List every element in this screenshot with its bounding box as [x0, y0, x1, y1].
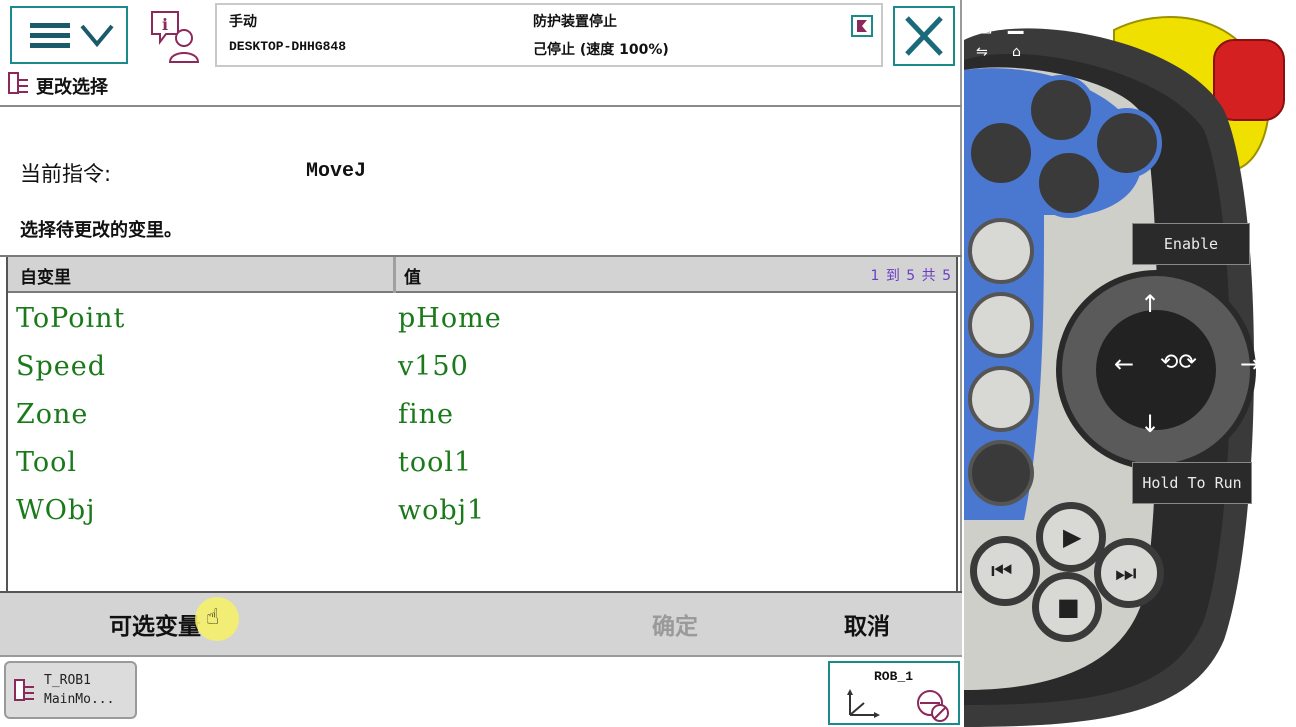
close-button[interactable] [893, 6, 955, 66]
argument-value: v150 [398, 351, 469, 382]
toggle-motion-mode-button[interactable] [968, 292, 1034, 358]
column-separator[interactable] [393, 257, 396, 293]
step-backward-icon: ⏮ [991, 557, 1013, 585]
paging-info: 1 到 5 共 5 [870, 268, 952, 284]
arrow-up-icon: ↑ [1140, 290, 1161, 318]
page-title: 更改选择 [36, 77, 108, 98]
coordinate-system-icon [847, 689, 880, 718]
current-instruction-label: 当前指令: [20, 162, 112, 186]
argument-value: fine [398, 399, 454, 430]
task-bar: T_ROB1 MainMo... ROB_1 [0, 655, 962, 727]
arrow-down-icon: ↓ [1140, 410, 1161, 438]
column-header-argument[interactable]: 自变里 [20, 263, 71, 288]
instruction-text: 选择待更改的变里。 [20, 220, 182, 241]
hamburger-menu-icon [30, 23, 114, 48]
stop-button[interactable]: ■ [1032, 572, 1102, 642]
programmable-key-2[interactable] [1026, 75, 1096, 145]
robot-name: ROB_1 [874, 669, 914, 684]
ok-button[interactable]: 确定 [600, 593, 750, 655]
programmable-key-3[interactable] [1034, 148, 1104, 218]
cancel-button[interactable]: 取消 [792, 593, 942, 655]
speed-status-icon [851, 15, 873, 37]
svg-text:i: i [162, 15, 168, 34]
argument-value: wobj1 [398, 495, 486, 526]
device-name: DESKTOP-DHHG848 [229, 39, 347, 54]
task-name: T_ROB1 [44, 673, 91, 688]
module-name: MainMo... [44, 692, 115, 707]
table-row[interactable]: WObj wobj1 [8, 487, 956, 535]
incremental-off-icon [917, 690, 949, 722]
argument-value: tool1 [398, 447, 473, 478]
table-row[interactable]: ToPoint pHome [8, 295, 956, 343]
argument-table: 自变里 值 1 到 5 共 5 ToPoint pHome Speed v150… [6, 257, 958, 591]
camera-icon[interactable]: ⌂ [1012, 44, 1021, 60]
close-icon [905, 16, 943, 56]
minimize-icon[interactable]: ▁ [1008, 10, 1023, 34]
safety-status: 防护装置停止 [533, 14, 617, 30]
argument-name: Speed [16, 351, 107, 382]
toggle-increment-button[interactable] [968, 366, 1034, 432]
current-instruction-value: MoveJ [306, 160, 367, 183]
restore-icon[interactable]: □ [974, 12, 993, 36]
page-header: 更改选择 [8, 70, 948, 100]
table-header: 自变里 值 1 到 5 共 5 [8, 257, 956, 293]
stop-icon: ■ [1057, 593, 1080, 621]
operating-mode: 手动 [229, 14, 257, 30]
arrow-right-icon: → [1240, 350, 1261, 378]
step-backward-button[interactable]: ⏮ [970, 536, 1040, 606]
divider [0, 105, 962, 107]
programmable-key-1[interactable] [966, 118, 1036, 188]
step-forward-icon: ⏭ [1115, 559, 1137, 587]
virtual-flexpendant-hardware: □ ▁ ✕ ⇋ ⌂ ↑ ↓ ← → ⟲⟳ Enable Hold To Run … [964, 0, 1296, 727]
step-forward-button[interactable]: ⏭ [1094, 538, 1164, 608]
programmable-key-4[interactable] [1092, 108, 1162, 178]
column-header-value[interactable]: 值 [404, 263, 421, 288]
enable-button[interactable]: Enable [1132, 223, 1250, 265]
hold-to-run-button[interactable]: Hold To Run [1132, 462, 1252, 504]
table-row[interactable]: Tool tool1 [8, 439, 956, 487]
rotate-icon: ⟲⟳ [1160, 350, 1197, 375]
program-editor-icon [8, 72, 28, 94]
program-editor-icon [14, 679, 34, 701]
table-row[interactable]: Speed v150 [8, 343, 956, 391]
command-bar: 可选变量 ☝ 确定 取消 [0, 591, 962, 655]
select-mechanical-unit-button[interactable] [968, 218, 1034, 284]
task-button[interactable]: T_ROB1 MainMo... [4, 661, 137, 719]
argument-value: pHome [398, 303, 502, 334]
argument-name: Tool [16, 447, 78, 478]
argument-name: WObj [16, 495, 96, 526]
play-icon: ▶ [1063, 523, 1082, 551]
quickset-button[interactable]: ROB_1 [828, 661, 960, 725]
argument-name: ToPoint [16, 303, 126, 334]
toggle-axis-button[interactable] [968, 440, 1034, 506]
argument-name: Zone [16, 399, 89, 430]
swap-icon[interactable]: ⇋ [976, 44, 988, 60]
hand-cursor-icon: ☝ [206, 605, 220, 630]
status-bar: 手动 DESKTOP-DHHG848 防护装置停止 己停止 (速度 100%) [215, 3, 883, 67]
table-row[interactable]: Zone fine [8, 391, 956, 439]
main-menu-button[interactable] [10, 6, 128, 64]
event-log-icon[interactable]: i [148, 8, 206, 64]
close-window-icon[interactable]: ✕ [1042, 10, 1060, 35]
run-status: 己停止 (速度 100%) [533, 42, 669, 58]
arrow-left-icon: ← [1114, 350, 1135, 378]
flexpendant-screen: i 手动 DESKTOP-DHHG848 防护装置停止 己停止 (速度 100%… [0, 0, 962, 727]
